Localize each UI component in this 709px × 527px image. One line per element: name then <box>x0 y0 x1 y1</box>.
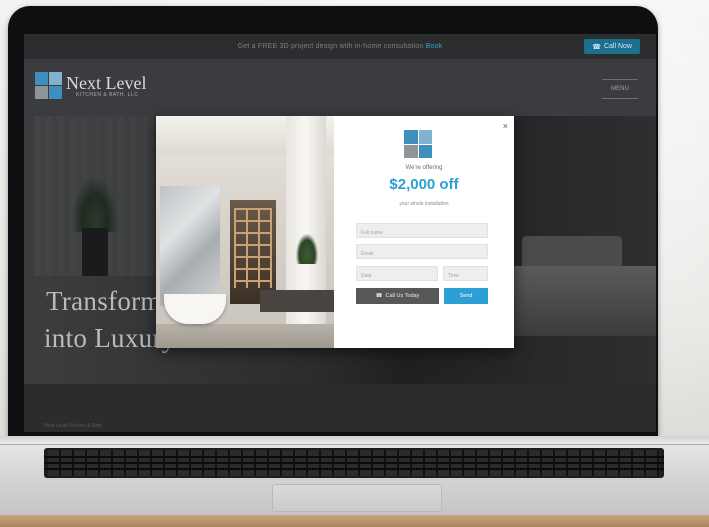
call-now-label: Call Now <box>603 43 632 50</box>
bed-image <box>512 266 656 336</box>
close-icon[interactable]: × <box>503 122 508 131</box>
shelving <box>234 208 272 288</box>
promo-link[interactable]: Book <box>426 43 443 50</box>
promo-bar: Get a FREE 3D project design with in-hom… <box>24 34 656 59</box>
site-logo[interactable]: Next Level KITCHEN & BATH, LLC <box>35 72 146 99</box>
offer-popup: × We're offering $2,000 off your whole i… <box>156 116 514 348</box>
call-now-button[interactable]: ☎ Call Now <box>584 39 640 54</box>
column <box>286 116 326 348</box>
laptop-keyboard <box>44 448 664 478</box>
call-us-label: Call Us Today <box>385 293 420 299</box>
send-button[interactable]: Send <box>444 288 488 304</box>
laptop-bezel: Get a FREE 3D project design with in-hom… <box>8 6 658 444</box>
offer-form-panel: × We're offering $2,000 off your whole i… <box>334 116 514 348</box>
full-name-field[interactable] <box>356 223 488 238</box>
desk-edge <box>0 515 709 527</box>
floor <box>156 324 334 348</box>
site-header: Next Level KITCHEN & BATH, LLC MENU <box>24 59 656 116</box>
time-field[interactable] <box>443 266 488 281</box>
vanity <box>260 290 334 312</box>
footer-text: Next Level Kitchen & Bath <box>44 423 103 429</box>
popup-logo-icon <box>404 130 432 158</box>
marble-wall <box>160 186 220 306</box>
plant-image <box>296 234 318 264</box>
brand-name: Next Level <box>66 72 147 93</box>
email-field[interactable] <box>356 244 488 259</box>
offer-amount: $2,000 off <box>389 176 459 193</box>
logo-mark-icon <box>35 72 62 99</box>
popup-bathroom-photo <box>156 116 334 348</box>
offer-lead-text: We're offering <box>405 165 443 171</box>
brand-tagline: KITCHEN & BATH, LLC <box>76 91 139 98</box>
menu-button[interactable]: MENU <box>602 79 638 99</box>
date-field[interactable] <box>356 266 438 281</box>
sofa-image <box>522 236 622 270</box>
plant-pot <box>82 228 108 276</box>
laptop-screen: Get a FREE 3D project design with in-hom… <box>24 34 656 432</box>
call-us-button[interactable]: ☎ Call Us Today <box>356 288 439 304</box>
phone-icon: ☎ <box>592 43 601 51</box>
hero-heading-line-1: Transform <box>46 286 162 316</box>
promo-text: Get a FREE 3D project design with in-hom… <box>237 43 443 50</box>
lower-band: Next Level Kitchen & Bath <box>24 384 656 432</box>
plant-image <box>72 176 118 232</box>
phone-icon: ☎ <box>375 293 383 299</box>
bathtub <box>164 294 226 324</box>
offer-tail-text: your whole installation <box>399 201 449 207</box>
laptop-trackpad <box>272 484 442 512</box>
